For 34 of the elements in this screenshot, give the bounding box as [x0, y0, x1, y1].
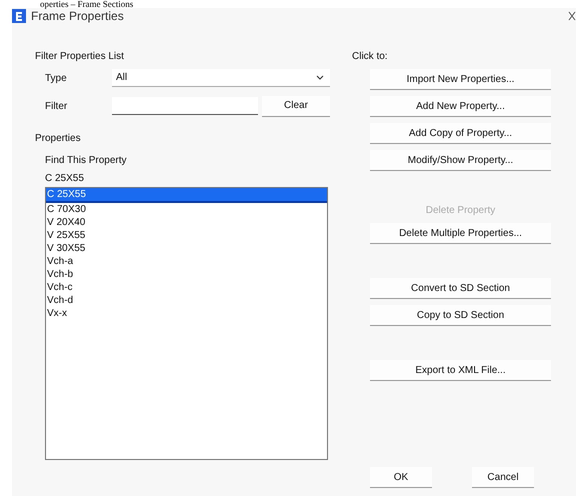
action-button[interactable]: Add Copy of Property... — [370, 123, 551, 144]
action-button[interactable]: Export to XML File... — [370, 360, 551, 381]
property-item[interactable]: V 30X55 — [46, 242, 327, 255]
clear-button[interactable]: Clear — [262, 96, 330, 116]
page-caption: operties – Frame Sections — [39, 0, 134, 8]
field-label: Filter — [45, 100, 68, 112]
property-item[interactable]: Vch-c — [46, 281, 327, 294]
property-item[interactable]: C 25X55 — [46, 188, 327, 203]
action-button[interactable]: Delete Multiple Properties... — [370, 223, 551, 244]
property-item[interactable]: Vch-b — [46, 268, 327, 281]
caret-icon — [316, 75, 324, 80]
property-item[interactable]: Vch-d — [46, 294, 327, 307]
action-button[interactable]: Copy to SD Section — [370, 305, 551, 326]
action-button[interactable]: Import New Properties... — [370, 69, 551, 90]
action-button[interactable]: Convert to SD Section — [370, 278, 551, 299]
property-item[interactable]: Vx-x — [46, 307, 327, 320]
type-dropdown[interactable]: All — [112, 69, 330, 87]
field-label: Type — [45, 72, 68, 84]
section-heading: Properties — [35, 132, 81, 146]
cancel-button[interactable]: Cancel — [472, 467, 534, 488]
section-heading: Click to: — [352, 50, 388, 64]
find-field[interactable]: C 25X55 — [45, 171, 328, 185]
property-item[interactable]: C 70X30 — [46, 203, 327, 216]
ok-button[interactable]: OK — [370, 467, 432, 488]
section-heading: Filter Properties List — [35, 50, 124, 64]
property-item[interactable]: V 25X55 — [46, 229, 327, 242]
action-button[interactable]: Add New Property... — [370, 96, 551, 117]
find-label: Find This Property — [45, 154, 127, 168]
action-button[interactable]: Modify/Show Property... — [370, 150, 551, 171]
filter-field[interactable] — [112, 97, 258, 115]
property-item[interactable]: V 20X40 — [46, 216, 327, 229]
window-title: Frame Properties — [31, 9, 125, 23]
property-item[interactable]: Vch-a — [46, 255, 327, 268]
close-icon[interactable] — [568, 11, 576, 21]
